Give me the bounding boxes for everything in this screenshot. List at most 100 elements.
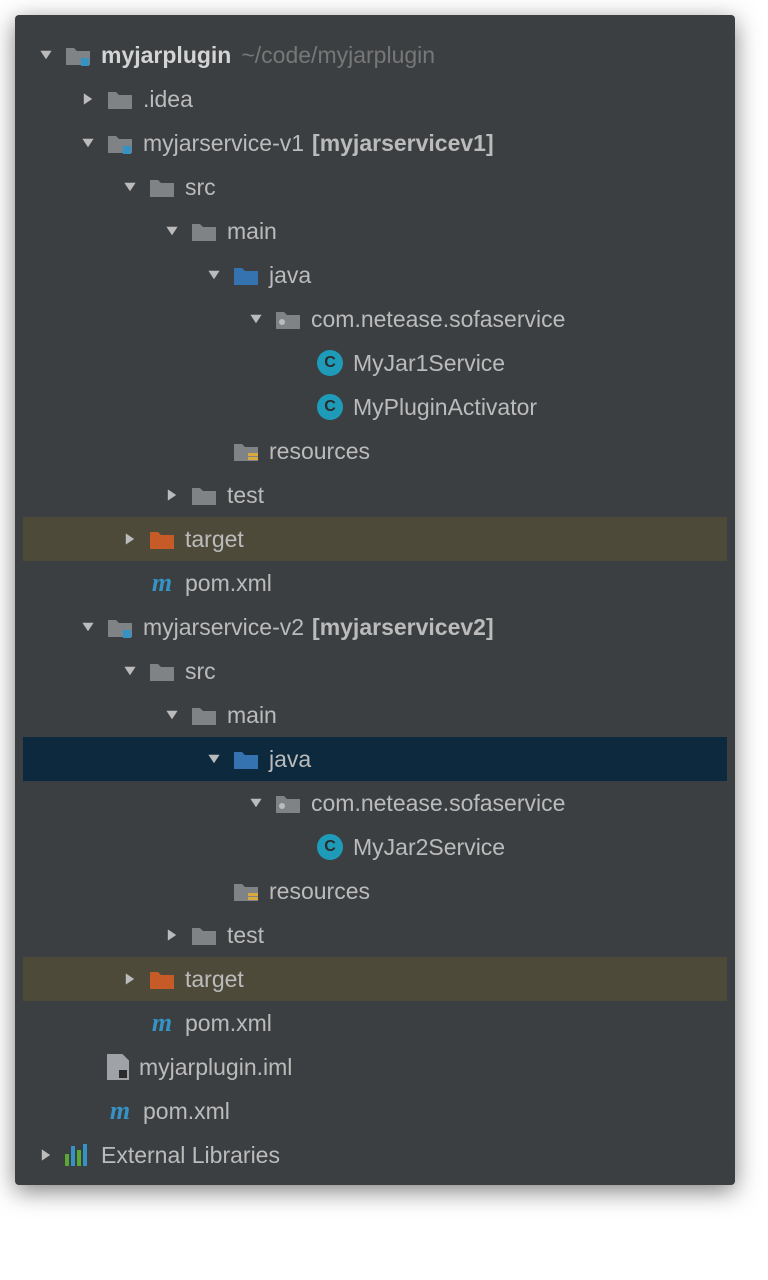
collapse-arrow-icon[interactable] [161, 924, 183, 946]
libraries-label: External Libraries [101, 1142, 280, 1169]
class-icon: C [317, 834, 343, 860]
tree-row-class[interactable]: C MyJar1Service [23, 341, 727, 385]
tree-row-target[interactable]: target [23, 957, 727, 1001]
source-folder-icon [233, 746, 259, 772]
expand-arrow-icon[interactable] [35, 44, 57, 66]
tree-row-idea[interactable]: .idea [23, 77, 727, 121]
tree-row-package[interactable]: com.netease.sofaservice [23, 297, 727, 341]
folder-label: test [227, 482, 264, 509]
tree-row-scratches[interactable]: Scratches and Consoles [23, 1177, 727, 1185]
module-name: myjarservice-v2 [143, 614, 304, 641]
folder-label: resources [269, 438, 370, 465]
folder-label: java [269, 262, 311, 289]
tree-row-root[interactable]: myjarplugin ~/code/myjarplugin [23, 33, 727, 77]
tree-row-src[interactable]: src [23, 165, 727, 209]
folder-icon [149, 174, 175, 200]
tree-row-iml[interactable]: myjarplugin.iml [23, 1045, 727, 1089]
tree-row-module2[interactable]: myjarservice-v2 [myjarservicev2] [23, 605, 727, 649]
tree-row-java-selected[interactable]: java [23, 737, 727, 781]
folder-label: target [185, 526, 244, 553]
excluded-folder-icon [149, 526, 175, 552]
folder-icon [191, 702, 217, 728]
module-bracket: [myjarservicev1] [312, 130, 494, 157]
maven-icon: m [149, 1008, 175, 1038]
libraries-icon [65, 1144, 91, 1166]
tree-row-root-pom[interactable]: m pom.xml [23, 1089, 727, 1133]
tree-row-external-libraries[interactable]: External Libraries [23, 1133, 727, 1177]
maven-icon: m [107, 1096, 133, 1126]
module-folder-icon [107, 130, 133, 156]
excluded-folder-icon [149, 966, 175, 992]
tree-row-pom[interactable]: m pom.xml [23, 1001, 727, 1045]
tree-row-package[interactable]: com.netease.sofaservice [23, 781, 727, 825]
package-label: com.netease.sofaservice [311, 790, 565, 817]
iml-file-icon [107, 1054, 129, 1080]
folder-label: main [227, 702, 277, 729]
file-label: pom.xml [143, 1098, 230, 1125]
module-folder-icon [65, 42, 91, 68]
tree-row-main[interactable]: main [23, 693, 727, 737]
collapse-arrow-icon[interactable] [35, 1144, 57, 1166]
tree-row-test[interactable]: test [23, 913, 727, 957]
resources-folder-icon [233, 878, 259, 904]
source-folder-icon [233, 262, 259, 288]
file-label: pom.xml [185, 1010, 272, 1037]
class-icon: C [317, 350, 343, 376]
collapse-arrow-icon[interactable] [119, 968, 141, 990]
folder-label: test [227, 922, 264, 949]
collapse-arrow-icon[interactable] [77, 88, 99, 110]
folder-label: target [185, 966, 244, 993]
maven-icon: m [149, 568, 175, 598]
package-label: com.netease.sofaservice [311, 306, 565, 333]
folder-label: src [185, 174, 216, 201]
tree-row-module1[interactable]: myjarservice-v1 [myjarservicev1] [23, 121, 727, 165]
folder-label: main [227, 218, 277, 245]
tree-row-resources[interactable]: resources [23, 869, 727, 913]
tree-row-class[interactable]: C MyPluginActivator [23, 385, 727, 429]
package-icon [275, 306, 301, 332]
project-path: ~/code/myjarplugin [241, 42, 435, 69]
tree-row-target[interactable]: target [23, 517, 727, 561]
folder-label: src [185, 658, 216, 685]
folder-icon [191, 922, 217, 948]
tree-row-main[interactable]: main [23, 209, 727, 253]
class-label: MyPluginActivator [353, 394, 537, 421]
expand-arrow-icon[interactable] [161, 220, 183, 242]
package-icon [275, 790, 301, 816]
file-label: pom.xml [185, 570, 272, 597]
module-name: myjarservice-v1 [143, 130, 304, 157]
expand-arrow-icon[interactable] [119, 660, 141, 682]
tree-row-java[interactable]: java [23, 253, 727, 297]
folder-icon [149, 658, 175, 684]
folder-icon [191, 218, 217, 244]
expand-arrow-icon[interactable] [161, 704, 183, 726]
tree-row-pom[interactable]: m pom.xml [23, 561, 727, 605]
expand-arrow-icon[interactable] [203, 748, 225, 770]
folder-label: .idea [143, 86, 193, 113]
project-name: myjarplugin [101, 42, 231, 69]
expand-arrow-icon[interactable] [77, 132, 99, 154]
expand-arrow-icon[interactable] [245, 308, 267, 330]
tree-row-test[interactable]: test [23, 473, 727, 517]
resources-folder-icon [233, 438, 259, 464]
class-icon: C [317, 394, 343, 420]
class-label: MyJar1Service [353, 350, 505, 377]
folder-icon [191, 482, 217, 508]
folder-label: resources [269, 878, 370, 905]
project-tree-panel: myjarplugin ~/code/myjarplugin .idea myj… [15, 15, 735, 1185]
expand-arrow-icon[interactable] [77, 616, 99, 638]
file-label: myjarplugin.iml [139, 1054, 292, 1081]
expand-arrow-icon[interactable] [203, 264, 225, 286]
module-bracket: [myjarservicev2] [312, 614, 494, 641]
collapse-arrow-icon[interactable] [161, 484, 183, 506]
folder-icon [107, 86, 133, 112]
module-folder-icon [107, 614, 133, 640]
folder-label: java [269, 746, 311, 773]
collapse-arrow-icon[interactable] [119, 528, 141, 550]
expand-arrow-icon[interactable] [245, 792, 267, 814]
tree-row-resources[interactable]: resources [23, 429, 727, 473]
tree-row-class[interactable]: C MyJar2Service [23, 825, 727, 869]
tree-row-src[interactable]: src [23, 649, 727, 693]
class-label: MyJar2Service [353, 834, 505, 861]
expand-arrow-icon[interactable] [119, 176, 141, 198]
